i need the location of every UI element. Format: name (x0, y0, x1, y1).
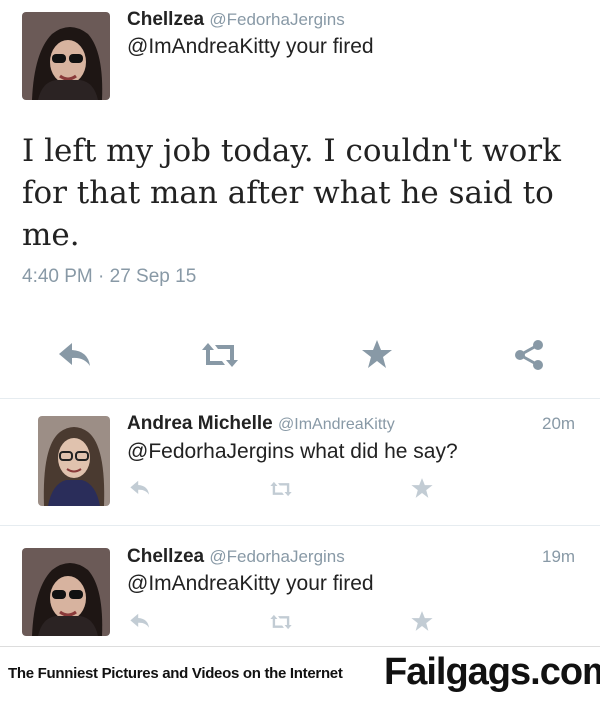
watermark-footer: The Funniest Pictures and Videos on the … (0, 646, 600, 704)
avatar[interactable] (38, 416, 110, 506)
reply-icon[interactable] (56, 340, 94, 370)
star-icon[interactable] (410, 609, 434, 633)
retweet-icon[interactable] (268, 613, 294, 631)
tweet-header: Chellzea @FedorhaJergins (127, 546, 345, 568)
reply-text: @FedorhaJergins what did he say? (127, 440, 458, 463)
star-icon[interactable] (410, 476, 434, 500)
author-name[interactable]: Andrea Michelle (127, 413, 273, 434)
retweet-icon[interactable] (268, 480, 294, 498)
tweet-header: Andrea Michelle @ImAndreaKitty (127, 413, 395, 435)
tweet-header: Chellzea @FedorhaJergins (127, 9, 345, 31)
tweet-time[interactable]: 19m (542, 547, 575, 567)
reply-icon[interactable] (128, 479, 152, 497)
divider (0, 525, 600, 526)
reply-to-text: @ImAndreaKitty your fired (127, 35, 374, 58)
retweet-icon[interactable] (198, 340, 242, 370)
reply-text: @ImAndreaKitty your fired (127, 572, 374, 595)
star-icon[interactable] (360, 337, 394, 371)
author-handle[interactable]: @FedorhaJergins (209, 10, 344, 29)
footer-tagline: The Funniest Pictures and Videos on the … (8, 665, 343, 682)
reply-icon[interactable] (128, 612, 152, 630)
divider (0, 398, 600, 399)
author-handle[interactable]: @ImAndreaKitty (278, 416, 395, 433)
tweet-text: I left my job today. I couldn't work for… (22, 133, 561, 253)
author-name[interactable]: Chellzea (127, 546, 204, 567)
tweet-time[interactable]: 20m (542, 414, 575, 434)
footer-brand[interactable]: Failgags.com (384, 651, 600, 694)
author-name[interactable]: Chellzea (127, 9, 204, 30)
tweet-timestamp[interactable]: 4:40 PM · 27 Sep 15 (22, 266, 196, 288)
share-icon[interactable] (512, 338, 546, 372)
author-handle[interactable]: @FedorhaJergins (209, 547, 344, 566)
avatar[interactable] (22, 548, 110, 636)
avatar[interactable] (22, 12, 110, 100)
